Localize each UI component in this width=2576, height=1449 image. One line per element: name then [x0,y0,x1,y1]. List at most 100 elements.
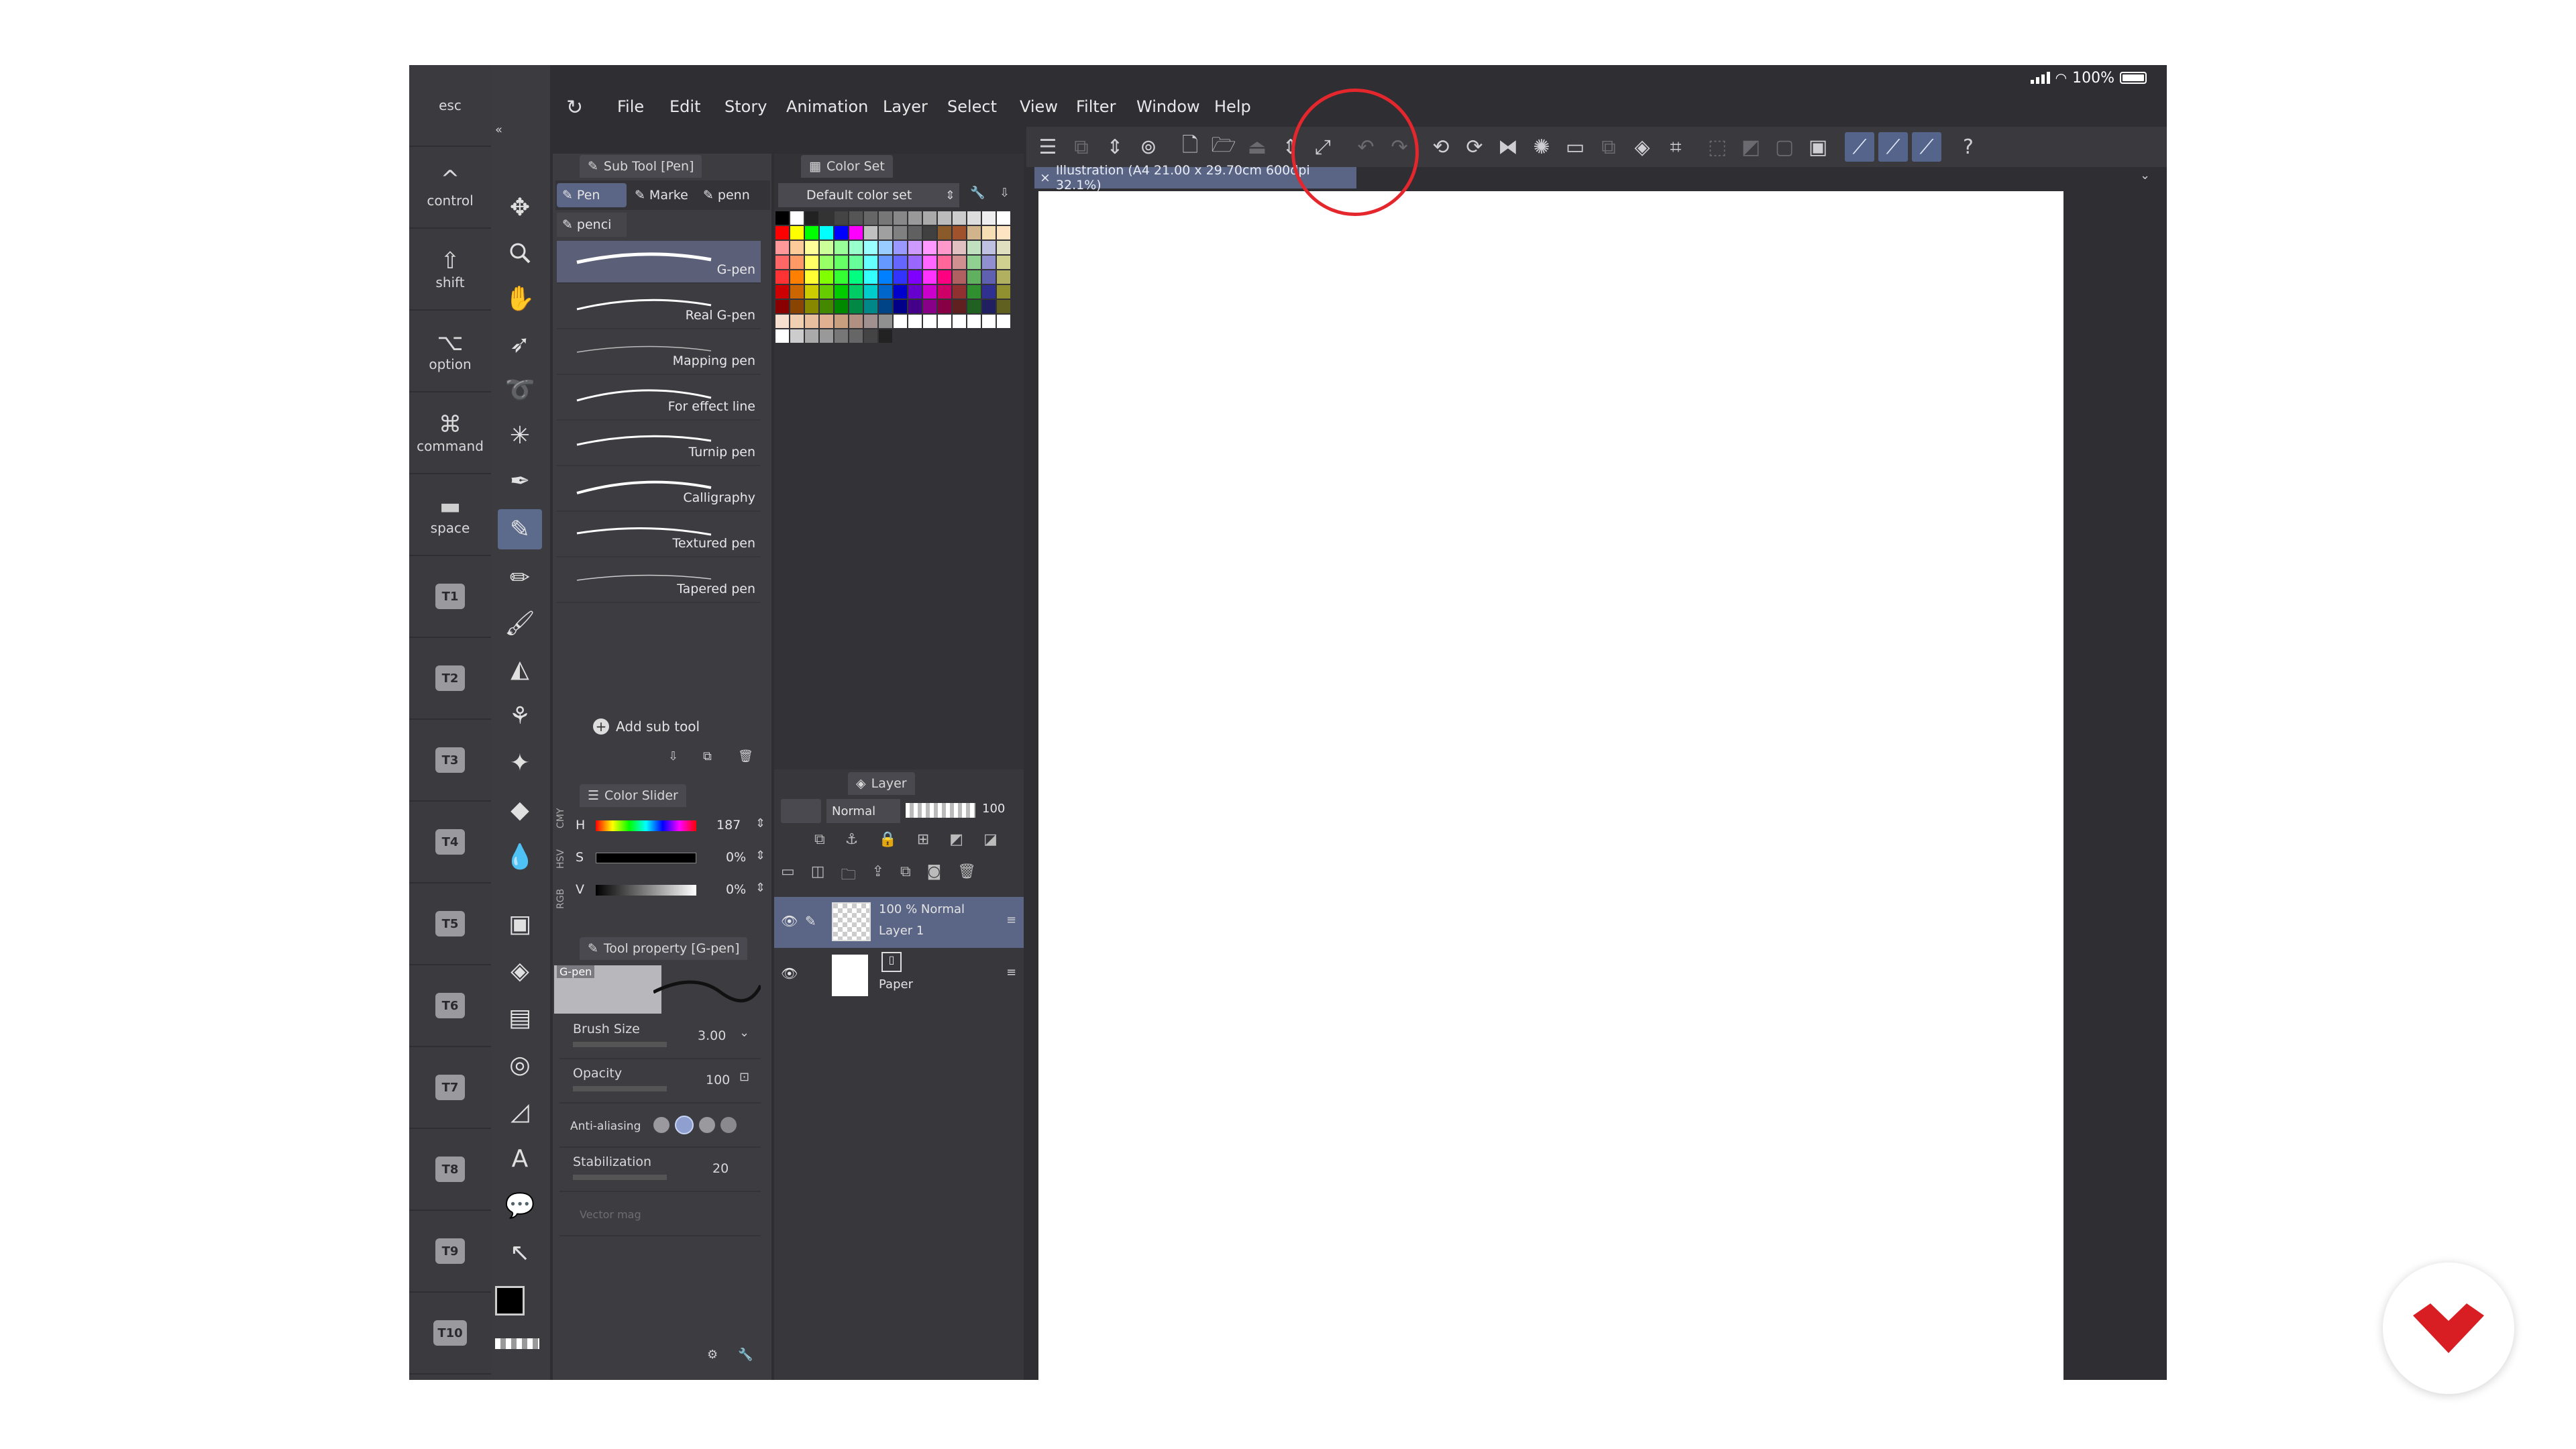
color-swatch[interactable] [967,285,981,299]
color-swatch[interactable] [967,211,981,225]
color-swatch[interactable] [967,315,981,328]
stabilization-value[interactable]: 20 [712,1161,729,1176]
color-swatch[interactable] [805,226,818,239]
ruler-tool-icon[interactable]: ◎ [498,1044,542,1085]
color-swatch[interactable] [997,285,1010,299]
color-swatch[interactable] [894,256,907,269]
brush-preview[interactable]: G-pen [554,965,661,1014]
t1-key[interactable]: T1 [409,556,491,638]
color-swatch[interactable] [775,226,789,239]
brush-item-mapping-pen[interactable]: Mapping pen [557,332,761,375]
color-swatch[interactable] [894,226,907,239]
select-all-icon[interactable]: ▣ [1803,132,1833,162]
color-swatch[interactable] [894,211,907,225]
layer-drag-handle-icon[interactable]: ≡ [1006,913,1016,927]
color-swatch[interactable] [908,211,922,225]
color-swatch[interactable] [879,315,892,328]
color-swatch[interactable] [879,211,892,225]
new-folder-icon[interactable]: 🗀 [841,863,856,886]
mode-cmy[interactable]: CMY [555,808,570,828]
pen-tool-icon[interactable]: ✎ [498,509,542,549]
shift-key[interactable]: ⇧ shift [409,229,491,311]
visibility-eye-icon[interactable]: 👁 [781,965,798,981]
color-swatch[interactable] [923,270,936,284]
antialias-medium[interactable] [699,1117,715,1133]
menu-help[interactable]: Help [1214,97,1251,116]
color-swatch[interactable] [835,270,848,284]
color-swatch[interactable] [938,285,951,299]
eraser-tool-icon[interactable]: ◆ [498,790,542,830]
color-swatch[interactable] [820,315,833,328]
frame-tool-icon[interactable]: ▤ [498,998,542,1038]
color-swatch[interactable] [938,256,951,269]
color-swatch[interactable] [805,211,818,225]
tab-chevron-down-icon[interactable]: ⌄ [2140,168,2150,182]
slider-h-value[interactable]: 187 [716,818,741,833]
flip-horizontal-icon[interactable]: ⧓ [1493,132,1523,162]
value-slider[interactable] [596,885,696,896]
t2-key[interactable]: T2 [409,638,491,720]
color-swatch[interactable] [938,226,951,239]
new-raster-layer-icon[interactable]: ▭ [781,863,795,886]
wrench-icon[interactable]: 🔧 [738,1348,753,1362]
color-swatch[interactable] [775,285,789,299]
color-swatch[interactable] [805,315,818,328]
snap-grid-icon[interactable]: ⟋ [1912,132,1941,162]
color-swatch[interactable] [835,329,848,343]
stabilization-slider[interactable] [573,1175,667,1180]
color-swatch[interactable] [967,241,981,254]
color-swatch[interactable] [879,241,892,254]
stepper-icon[interactable]: ⇕ [755,816,765,830]
color-slider-tab[interactable]: ☰ Color Slider [580,784,686,807]
color-swatch[interactable] [835,256,848,269]
hand-tool-icon[interactable]: ✋ [498,278,542,319]
menu-select[interactable]: Select [947,97,997,116]
color-swatch[interactable] [835,226,848,239]
mask-add-icon[interactable]: ◙ [927,863,941,886]
main-color-swatch[interactable] [495,1286,525,1316]
balloon-tool-icon[interactable]: 💬 [498,1185,542,1226]
transfer-layer-icon[interactable]: ⇪ [872,863,884,886]
color-swatch[interactable] [953,211,966,225]
menu-filter[interactable]: Filter [1076,97,1116,116]
trash-icon[interactable]: 🗑 [738,749,753,763]
layer-opacity-value[interactable]: 100 [982,802,1005,816]
color-swatch[interactable] [938,270,951,284]
color-swatch[interactable] [864,329,877,343]
color-swatch[interactable] [775,300,789,313]
color-swatch[interactable] [775,329,789,343]
tool-property-tab[interactable]: ✎ Tool property [G-pen] [580,937,748,960]
color-swatch[interactable] [982,300,996,313]
color-swatch[interactable] [967,300,981,313]
color-swatch[interactable] [908,270,922,284]
brush-size-slider[interactable] [573,1042,667,1047]
color-swatch[interactable] [820,270,833,284]
stepper-icon[interactable]: ⇕ [755,849,765,863]
brush-item-effect-line[interactable]: For effect line [557,378,761,421]
antialias-weak[interactable] [675,1116,694,1134]
color-swatch[interactable] [849,211,863,225]
layer-row-layer1[interactable]: 👁 ✎ 100 % Normal Layer 1 ≡ [774,897,1024,948]
color-swatch[interactable] [923,211,936,225]
antialias-strong[interactable] [720,1117,737,1133]
saturation-slider[interactable] [596,853,696,863]
layer-tab[interactable]: ◈ Layer [848,772,915,795]
color-swatch[interactable] [908,256,922,269]
reference-layer-icon[interactable]: ⚓ [845,831,859,854]
color-swatch[interactable] [820,300,833,313]
rotate-right-icon[interactable]: ⟳ [1460,132,1489,162]
color-swatch[interactable] [923,315,936,328]
invert-selection-icon[interactable]: ◩ [1736,132,1766,162]
color-swatch[interactable] [879,329,892,343]
color-swatch[interactable] [967,270,981,284]
zoom-tool-icon[interactable] [498,233,542,273]
brush-size-value[interactable]: 3.00 [698,1028,726,1043]
color-swatch[interactable] [923,226,936,239]
color-set-tab[interactable]: ▦ Color Set [801,155,893,178]
mode-rgb[interactable]: RGB [555,889,570,909]
t8-key[interactable]: T8 [409,1129,491,1211]
hamburger-menu-icon[interactable]: ☰ [1033,132,1063,162]
color-swatch[interactable] [864,241,877,254]
mask-icon[interactable]: ◩ [949,831,963,854]
color-swatch[interactable] [938,315,951,328]
